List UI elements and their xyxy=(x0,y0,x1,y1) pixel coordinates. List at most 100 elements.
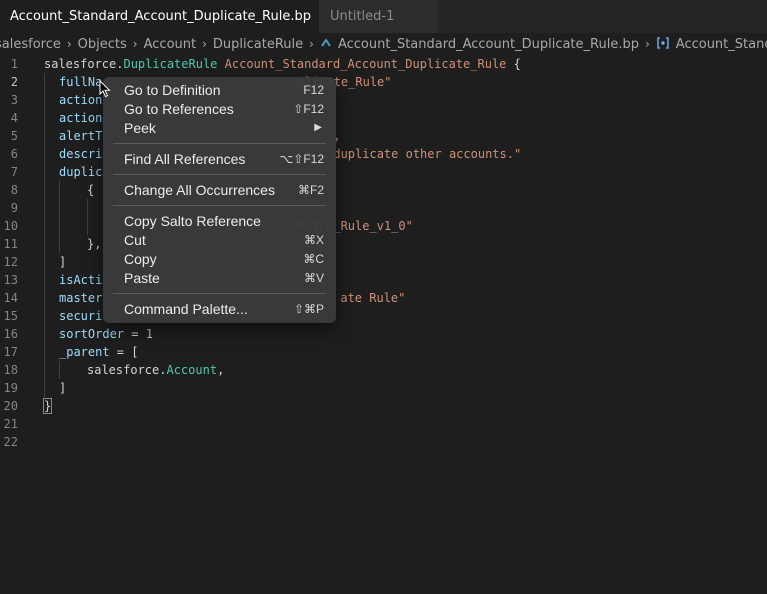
line-number: 4 xyxy=(10,111,18,125)
line-number-gutter: 1 2 3 4 5 6 7 8 9 10 11 12 13 14 15 16 1… xyxy=(0,55,30,451)
code-line: sortOrder = 1 xyxy=(44,325,521,343)
menu-item-go-to-references[interactable]: Go to References ⇧F12 xyxy=(103,99,336,118)
menu-item-peek[interactable]: Peek ▶ xyxy=(103,118,336,137)
line-number: 18 xyxy=(3,363,18,377)
tab-account-standard-duplicate-rule[interactable]: Account_Standard_Account_Duplicate_Rule.… xyxy=(0,0,330,33)
indent-guide xyxy=(44,289,45,307)
menu-item-shortcut: F12 xyxy=(303,82,324,97)
menu-item-label: Copy Salto Reference xyxy=(124,212,261,229)
menu-item-label: Peek xyxy=(124,119,156,136)
code-token: master xyxy=(59,291,103,305)
code-token: securi xyxy=(59,309,103,323)
indent-guide xyxy=(44,235,45,253)
code-token: }, xyxy=(87,237,102,251)
chevron-right-icon: › xyxy=(66,37,72,51)
menu-item-shortcut: ⇧F12 xyxy=(293,101,324,116)
line-number: 5 xyxy=(10,129,18,143)
menu-item-label: Command Palette... xyxy=(124,300,248,317)
chevron-right-icon: › xyxy=(132,37,138,51)
code-token: ] xyxy=(59,255,67,269)
code-token: sortOrder xyxy=(59,327,125,341)
code-token: DuplicateRule xyxy=(123,57,218,71)
breadcrumb: salesforce › Objects › Account › Duplica… xyxy=(0,33,767,55)
menu-item-go-to-definition[interactable]: Go to Definition F12 xyxy=(103,80,336,99)
menu-separator xyxy=(113,205,326,206)
menu-item-change-all-occurrences[interactable]: Change All Occurrences ⌘F2 xyxy=(103,180,336,199)
line-number: 13 xyxy=(3,273,18,287)
line-number: 21 xyxy=(3,417,18,431)
menu-item-label: Copy xyxy=(124,250,157,267)
indent-guide xyxy=(44,163,45,181)
menu-item-shortcut: ⇧⌘P xyxy=(293,301,324,316)
code-token: = [ xyxy=(109,345,139,359)
indent-guide xyxy=(44,343,45,361)
indent-guide xyxy=(87,217,88,235)
indent-guide xyxy=(44,73,45,91)
tab-bar: Account_Standard_Account_Duplicate_Rule.… xyxy=(0,0,767,33)
indent-guide xyxy=(44,91,45,109)
code-line: salesforce.Account, xyxy=(44,361,521,379)
breadcrumb-salesforce[interactable]: salesforce xyxy=(0,37,61,52)
indent-guide xyxy=(44,361,45,379)
menu-separator xyxy=(113,143,326,144)
line-number: 15 xyxy=(3,309,18,323)
tab-untitled-1[interactable]: Untitled-1 xyxy=(319,0,437,33)
symbol-object-icon xyxy=(656,36,670,52)
line-number: 14 xyxy=(3,291,18,305)
indent-guide xyxy=(44,325,45,343)
indent-guide xyxy=(59,235,60,253)
code-token: descri xyxy=(59,147,103,161)
submenu-arrow-icon: ▶ xyxy=(314,122,322,133)
code-token: fullNa xyxy=(59,75,103,89)
menu-item-shortcut: ⌥⇧F12 xyxy=(279,151,324,166)
menu-separator xyxy=(113,174,326,175)
menu-item-paste[interactable]: Paste ⌘V xyxy=(103,268,336,287)
line-number: 3 xyxy=(10,93,18,107)
line-number: 11 xyxy=(3,237,18,251)
tab-label: Untitled-1 xyxy=(330,9,395,24)
code-token: ate Rule" xyxy=(340,291,406,305)
menu-item-shortcut: ⌘F2 xyxy=(297,182,324,197)
menu-item-label: Go to References xyxy=(124,100,234,117)
code-token: { xyxy=(87,183,95,197)
breadcrumb-account[interactable]: Account xyxy=(144,37,197,52)
menu-item-command-palette[interactable]: Command Palette... ⇧⌘P xyxy=(103,299,336,318)
code-token: action xyxy=(59,111,103,125)
indent-guide xyxy=(44,253,45,271)
code-token: alertT xyxy=(59,129,103,143)
code-token: salesforce xyxy=(44,57,117,71)
code-token: isActi xyxy=(59,273,103,287)
breadcrumb-duplicaterule[interactable]: DuplicateRule xyxy=(213,37,303,52)
indent-guide xyxy=(44,181,45,199)
line-number: 10 xyxy=(3,219,18,233)
code-token: 1 xyxy=(145,327,153,341)
code-token: duplicate other accounts." xyxy=(333,147,522,161)
menu-separator xyxy=(113,293,326,294)
menu-item-copy-salto-reference[interactable]: Copy Salto Reference xyxy=(103,211,336,230)
chevron-right-icon: › xyxy=(309,37,314,51)
breadcrumb-objects[interactable]: Objects xyxy=(78,37,127,52)
line-number: 2 xyxy=(10,75,18,89)
chevron-right-icon: › xyxy=(202,37,207,51)
code-token: } xyxy=(42,398,53,414)
indent-guide xyxy=(59,217,60,235)
code-token: = xyxy=(124,327,146,341)
code-token: { xyxy=(506,57,521,71)
salto-file-icon xyxy=(320,37,332,52)
menu-item-shortcut: ⌘V xyxy=(303,270,324,285)
tab-label: Account_Standard_Account_Duplicate_Rule.… xyxy=(10,9,311,24)
breadcrumb-symbol[interactable]: Account_Standard_A xyxy=(676,37,767,52)
menu-item-label: Go to Definition xyxy=(124,81,221,98)
code-line: ] xyxy=(44,379,521,397)
menu-item-shortcut: ⌘C xyxy=(303,251,324,266)
breadcrumb-file[interactable]: Account_Standard_Account_Duplicate_Rule.… xyxy=(338,37,639,52)
code-token: _parent xyxy=(59,345,110,359)
menu-item-cut[interactable]: Cut ⌘X xyxy=(103,230,336,249)
line-number: 1 xyxy=(10,57,18,71)
line-number: 22 xyxy=(3,435,18,449)
menu-item-find-all-references[interactable]: Find All References ⌥⇧F12 xyxy=(103,149,336,168)
menu-item-copy[interactable]: Copy ⌘C xyxy=(103,249,336,268)
indent-guide xyxy=(44,109,45,127)
